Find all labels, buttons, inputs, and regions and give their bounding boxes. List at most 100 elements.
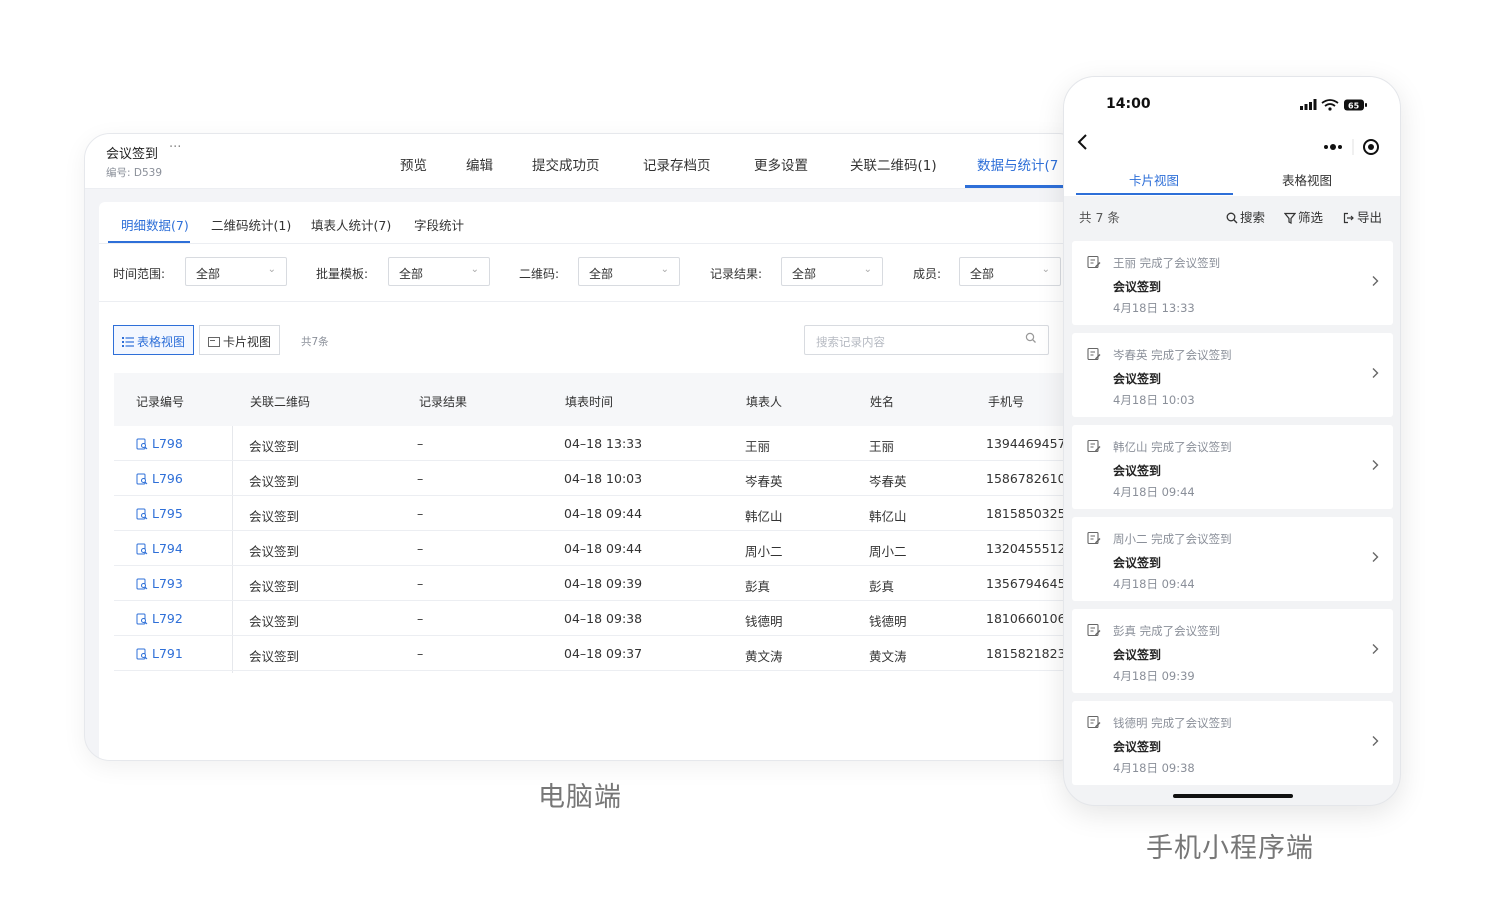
col-record-result[interactable]: 记录结果	[419, 393, 467, 410]
cell-name: 黄文涛	[869, 649, 907, 664]
cell-filler: 韩亿山	[745, 509, 783, 524]
col-record-id[interactable]: 记录编号	[136, 393, 184, 410]
filter-qrcode-select[interactable]: 全部 ⌄	[578, 257, 680, 286]
nav-archive-page[interactable]: 记录存档页	[643, 154, 711, 174]
cell-qrcode: 会议签到	[249, 439, 300, 454]
tab-filler-stats[interactable]: 填表人统计(7)	[311, 215, 391, 234]
search-input[interactable]: 搜索记录内容	[804, 325, 1049, 355]
table-row[interactable]: L794 会议签到 – 04–18 09:44 周小二 周小二 13204555…	[114, 531, 1083, 566]
record-card[interactable]: 韩亿山 完成了会议签到 会议签到 4月18日 09:44	[1072, 425, 1393, 509]
tab-table-view[interactable]: 表格视图	[1282, 170, 1332, 189]
battery-level: 65	[1348, 102, 1360, 111]
mini-program-capsule[interactable]	[1310, 132, 1386, 162]
tab-detail-data[interactable]: 明细数据(7)	[121, 215, 189, 234]
record-card[interactable]: 岑春英 完成了会议签到 会议签到 4月18日 10:03	[1072, 333, 1393, 417]
filter-time-select[interactable]: 全部 ⌄	[185, 257, 287, 286]
cell-filler: 周小二	[745, 544, 783, 559]
sub-tab-indicator	[108, 241, 190, 243]
record-id-link[interactable]: L798	[136, 436, 183, 451]
filter-time-value: 全部	[196, 267, 221, 281]
chevron-down-icon: ⌄	[470, 264, 479, 275]
record-id-link[interactable]: L794	[136, 541, 183, 556]
nav-data-stats[interactable]: 数据与统计(7	[977, 154, 1058, 174]
filter-template-select[interactable]: 全部 ⌄	[388, 257, 490, 286]
nav-edit[interactable]: 编辑	[466, 154, 493, 174]
filter-qrcode-value: 全部	[589, 267, 614, 281]
back-icon[interactable]	[1076, 133, 1088, 151]
table-row[interactable]: L796 会议签到 – 04–18 10:03 岑春英 岑春英 15867826…	[114, 461, 1083, 496]
nav-success-page[interactable]: 提交成功页	[532, 154, 600, 174]
cell-time: 04–18 09:38	[564, 611, 643, 626]
phone-export-button[interactable]: 导出	[1343, 207, 1382, 226]
home-indicator	[1173, 794, 1293, 798]
cell-name: 岑春英	[869, 474, 907, 489]
cell-phone: 13204555123	[986, 541, 1074, 556]
card-headline: 王丽 完成了会议签到	[1113, 256, 1221, 270]
chevron-right-icon	[1372, 276, 1379, 286]
cell-time: 04–18 10:03	[564, 471, 643, 486]
nav-more-settings[interactable]: 更多设置	[754, 154, 808, 174]
search-placeholder: 搜索记录内容	[816, 335, 885, 349]
record-card[interactable]: 王丽 完成了会议签到 会议签到 4月18日 13:33	[1072, 241, 1393, 325]
cell-name: 韩亿山	[869, 509, 907, 524]
record-card[interactable]: 彭真 完成了会议签到 会议签到 4月18日 09:39	[1072, 609, 1393, 693]
nav-linked-qrcode[interactable]: 关联二维码(1)	[850, 154, 937, 174]
card-headline: 岑春英 完成了会议签到	[1113, 348, 1232, 362]
chevron-right-icon	[1372, 736, 1379, 746]
card-view-button[interactable]: 卡片视图	[199, 325, 281, 355]
table-header: 记录编号 关联二维码 记录结果 填表时间 填表人 姓名 手机号	[114, 373, 1083, 426]
card-title: 会议签到	[1113, 740, 1162, 754]
record-id-link[interactable]: L795	[136, 506, 183, 521]
cell-name: 王丽	[869, 439, 895, 454]
filter-label-result: 记录结果:	[710, 267, 763, 281]
table-row[interactable]: L792 会议签到 – 04–18 09:38 钱德明 钱德明 18106601…	[114, 601, 1083, 636]
cell-filler: 黄文涛	[745, 649, 783, 664]
chevron-right-icon	[1372, 552, 1379, 562]
record-id-link[interactable]: L796	[136, 471, 183, 486]
data-panel: 明细数据(7) 二维码统计(1) 填表人统计(7) 字段统计 时间范围: 全部 …	[99, 202, 1083, 760]
col-linked-qrcode[interactable]: 关联二维码	[250, 393, 310, 410]
phone-filter-button[interactable]: 筛选	[1283, 207, 1323, 226]
filter-member-value: 全部	[970, 267, 995, 281]
table-row[interactable]: L793 会议签到 – 04–18 09:39 彭真 彭真 1356794645…	[114, 566, 1083, 601]
filter-member-select[interactable]: 全部 ⌄	[959, 257, 1061, 286]
record-search-icon	[136, 508, 148, 520]
record-id-link[interactable]: L793	[136, 576, 183, 591]
tab-qrcode-stats[interactable]: 二维码统计(1)	[211, 215, 291, 234]
cell-qrcode: 会议签到	[249, 579, 300, 594]
tab-field-stats[interactable]: 字段统计	[414, 215, 464, 234]
table-row[interactable]: L791 会议签到 – 04–18 09:37 黄文涛 黄文涛 18158218…	[114, 636, 1083, 671]
table-row[interactable]: L795 会议签到 – 04–18 09:44 韩亿山 韩亿山 18158503…	[114, 496, 1083, 531]
record-card[interactable]: 钱德明 完成了会议签到 会议签到 4月18日 09:38	[1072, 701, 1393, 785]
edit-doc-icon	[1087, 347, 1101, 361]
cell-phone: 15867826100	[986, 471, 1074, 486]
record-card[interactable]: 周小二 完成了会议签到 会议签到 4月18日 09:44	[1072, 517, 1393, 601]
phone-toolbar: 共 7 条 搜索 筛选 导出	[1064, 196, 1400, 234]
edit-doc-icon	[1087, 439, 1101, 453]
records-table: 记录编号 关联二维码 记录结果 填表时间 填表人 姓名 手机号 L798 会议签…	[114, 373, 1083, 673]
card-view-label: 卡片视图	[223, 335, 272, 349]
table-row[interactable]: L798 会议签到 – 04–18 13:33 王丽 王丽 1394469457…	[114, 426, 1083, 461]
nav-preview[interactable]: 预览	[400, 154, 427, 174]
chevron-down-icon: ⌄	[660, 264, 669, 275]
desktop-header: 会议签到 ··· 编号: D539 预览 编辑 提交成功页 记录存档页 更多设置…	[85, 134, 1083, 189]
cell-result: –	[417, 506, 424, 521]
card-time: 4月18日 09:38	[1113, 761, 1195, 775]
col-filler[interactable]: 填表人	[746, 393, 782, 410]
record-id-link[interactable]: L791	[136, 646, 183, 661]
col-fill-time[interactable]: 填表时间	[565, 393, 613, 410]
filter-label-qrcode: 二维码:	[519, 267, 560, 281]
card-title: 会议签到	[1113, 280, 1162, 294]
col-phone[interactable]: 手机号	[988, 393, 1024, 410]
filter-result-select[interactable]: 全部 ⌄	[781, 257, 883, 286]
cell-phone: 13567946457	[986, 576, 1074, 591]
card-headline: 周小二 完成了会议签到	[1113, 532, 1232, 546]
phone-search-button[interactable]: 搜索	[1226, 207, 1265, 226]
cell-qrcode: 会议签到	[249, 474, 300, 489]
tab-card-view[interactable]: 卡片视图	[1129, 170, 1179, 189]
col-name[interactable]: 姓名	[870, 393, 894, 410]
table-view-button[interactable]: 表格视图	[113, 325, 195, 355]
record-id-link[interactable]: L792	[136, 611, 183, 626]
record-search-icon	[136, 473, 148, 485]
edit-doc-icon	[1087, 255, 1101, 269]
